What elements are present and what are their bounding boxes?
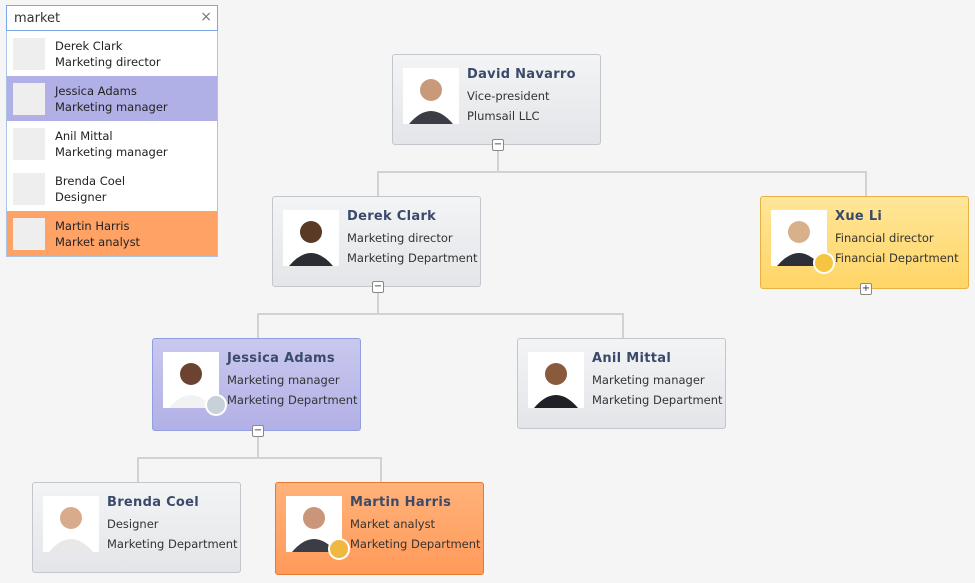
award-badge-icon	[813, 252, 835, 274]
node-name: Jessica Adams	[227, 351, 335, 366]
node-title: Marketing manager	[592, 373, 705, 387]
connector	[622, 313, 624, 338]
node-brenda-coel[interactable]: Brenda Coel Designer Marketing Departmen…	[32, 482, 241, 573]
node-department: Financial Department	[835, 251, 959, 265]
node-anil-mittal[interactable]: Anil Mittal Marketing manager Marketing …	[517, 338, 726, 429]
connector	[137, 457, 139, 482]
avatar	[13, 38, 45, 70]
node-department: Plumsail LLC	[467, 109, 540, 123]
node-title: Financial director	[835, 231, 934, 245]
connector	[380, 457, 382, 482]
collapse-toggle[interactable]: −	[372, 281, 384, 293]
node-department: Marketing Department	[350, 537, 481, 551]
result-title: Marketing director	[55, 55, 161, 69]
node-name: Brenda Coel	[107, 495, 200, 510]
search-input[interactable]	[12, 10, 196, 27]
node-department: Marketing Department	[107, 537, 238, 551]
collapse-toggle[interactable]: −	[492, 139, 504, 151]
result-name: Brenda Coel	[55, 174, 126, 188]
avatar	[13, 218, 45, 250]
node-department: Marketing Department	[347, 251, 478, 265]
avatar	[528, 352, 584, 408]
connector	[377, 171, 379, 196]
search-result-item[interactable]: Anil Mittal Marketing manager	[7, 121, 217, 166]
avatar	[13, 173, 45, 205]
result-title: Marketing manager	[55, 100, 168, 114]
node-xue-li[interactable]: Xue Li Financial director Financial Depa…	[760, 196, 969, 295]
node-title: Vice-president	[467, 89, 550, 103]
search-result-item[interactable]: Brenda Coel Designer	[7, 166, 217, 211]
node-jessica-adams[interactable]: Jessica Adams Marketing manager Marketin…	[152, 338, 361, 437]
search-result-item[interactable]: Martin Harris Market analyst	[7, 211, 217, 256]
avatar	[13, 83, 45, 115]
avatar	[13, 128, 45, 160]
result-title: Marketing manager	[55, 145, 168, 159]
node-name: David Navarro	[467, 67, 576, 82]
node-david-navarro[interactable]: David Navarro Vice-president Plumsail LL…	[392, 54, 601, 151]
search-results: Derek Clark Marketing director Jessica Ada…	[6, 31, 218, 257]
search-result-item[interactable]: Jessica Adams Marketing manager	[7, 76, 217, 121]
node-department: Marketing Department	[227, 393, 358, 407]
award-badge-icon	[205, 394, 227, 416]
search-box: ×	[6, 5, 218, 31]
node-title: Marketing director	[347, 231, 453, 245]
connector	[137, 457, 382, 459]
connector	[865, 171, 867, 196]
connector	[257, 313, 259, 338]
connector	[377, 171, 867, 173]
connector	[257, 313, 624, 315]
result-name: Anil Mittal	[55, 129, 113, 143]
node-name: Derek Clark	[347, 209, 437, 224]
node-name: Martin Harris	[350, 495, 452, 510]
node-title: Market analyst	[350, 517, 436, 531]
result-title: Designer	[55, 190, 107, 204]
collapse-toggle[interactable]: −	[252, 425, 264, 437]
result-title: Market analyst	[55, 235, 141, 249]
award-badge-icon	[328, 538, 350, 560]
avatar	[403, 68, 459, 124]
result-name: Martin Harris	[55, 219, 130, 233]
result-name: Derek Clark	[55, 39, 123, 53]
node-name: Xue Li	[835, 209, 883, 224]
result-name: Jessica Adams	[55, 84, 137, 98]
clear-icon[interactable]: ×	[200, 9, 212, 25]
node-martin-harris[interactable]: Martin Harris Market analyst Marketing D…	[275, 482, 484, 575]
node-department: Marketing Department	[592, 393, 723, 407]
avatar	[43, 496, 99, 552]
node-derek-clark[interactable]: Derek Clark Marketing director Marketing…	[272, 196, 481, 293]
node-title: Marketing manager	[227, 373, 340, 387]
expand-toggle[interactable]: +	[860, 283, 872, 295]
avatar	[283, 210, 339, 266]
node-title: Designer	[107, 517, 159, 531]
node-name: Anil Mittal	[592, 351, 672, 366]
search-result-item[interactable]: Derek Clark Marketing director	[7, 31, 217, 76]
